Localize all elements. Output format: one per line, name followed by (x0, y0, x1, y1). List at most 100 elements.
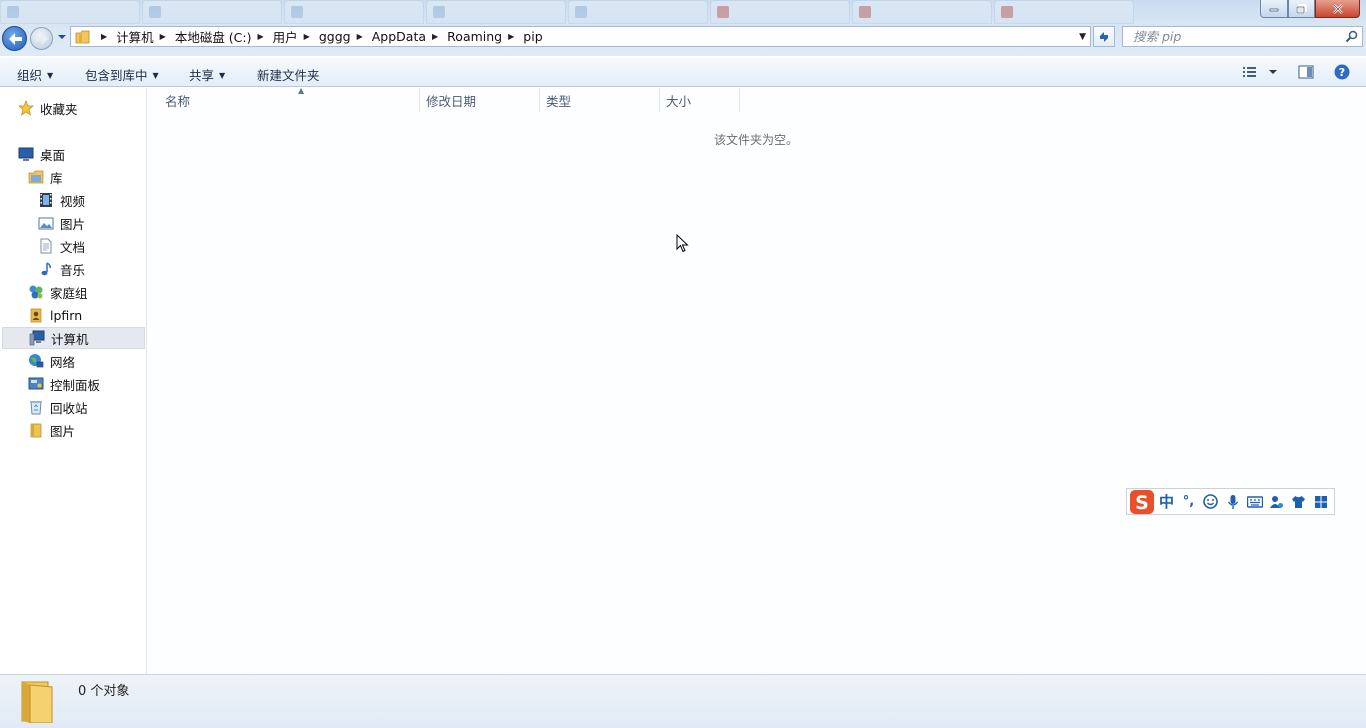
chevron-down-icon: ▼ (152, 71, 159, 80)
column-label: 类型 (546, 93, 572, 109)
breadcrumb-item[interactable]: Roaming ▶ (447, 27, 523, 46)
breadcrumb-item[interactable]: 计算机 ▶ (116, 27, 175, 46)
back-button[interactable] (2, 26, 27, 51)
sogou-ime-logo-icon: S (1130, 489, 1154, 514)
ime-toolbar[interactable]: S 中 °, (1126, 488, 1335, 515)
minimize-button[interactable] (1260, 0, 1288, 18)
picture-icon (38, 217, 54, 230)
voice-input-button[interactable] (1224, 493, 1241, 510)
nav-label: 回收站 (50, 400, 88, 416)
nav-label: 文档 (60, 239, 86, 255)
user-icon (1270, 496, 1284, 508)
preview-pane-button[interactable] (1298, 64, 1314, 83)
forward-button[interactable] (30, 27, 53, 50)
organize-menu[interactable]: 组织 ▼ (17, 65, 53, 84)
breadcrumb-item[interactable]: 本地磁盘 (C:) ▶ (175, 27, 273, 46)
column-header-size[interactable]: 大小 (660, 88, 740, 112)
document-icon (40, 238, 52, 254)
emoji-button[interactable] (1202, 493, 1219, 510)
music-note-icon (41, 262, 51, 276)
search-icon (1345, 30, 1358, 43)
arrow-right-icon (36, 33, 48, 45)
nav-label: 控制面板 (50, 377, 101, 393)
svg-text:?: ? (1339, 66, 1345, 79)
recent-pages-dropdown[interactable] (57, 31, 67, 43)
include-in-library-menu[interactable]: 包含到库中 ▼ (85, 65, 159, 84)
nav-label: 网络 (50, 354, 76, 370)
library-icon (28, 170, 44, 184)
help-icon: ? (1334, 64, 1350, 80)
nav-label: 视频 (60, 193, 86, 209)
refresh-button[interactable] (1093, 26, 1115, 47)
background-tab (426, 0, 566, 24)
sort-ascending-icon: ▲ (298, 86, 305, 95)
tshirt-icon (1292, 495, 1306, 508)
homegroup-icon (29, 285, 43, 299)
new-folder-label: 新建文件夹 (257, 68, 320, 83)
user-center-button[interactable] (1268, 493, 1285, 510)
file-list[interactable]: ▲ 名称 修改日期 类型 大小 该文件夹为空。 (147, 86, 1366, 674)
share-label: 共享 (189, 68, 215, 83)
punctuation-mode-toggle[interactable]: °, (1180, 493, 1197, 510)
chevron-down-icon: ▼ (219, 71, 226, 80)
title-bar: ▶ 计算机 ▶ 本地磁盘 (C:) ▶ 用户 ▶ gggg ▶ AppData ▶ Roa… (0, 0, 1366, 56)
nav-item-computer[interactable]: 计算机 (2, 327, 145, 349)
breadcrumb-item[interactable]: gggg ▶ (319, 27, 372, 46)
column-header-type[interactable]: 类型 (540, 88, 660, 112)
new-folder-button[interactable]: 新建文件夹 (257, 65, 320, 84)
video-icon (40, 193, 52, 207)
nav-label: 音乐 (60, 262, 86, 278)
restore-icon (1296, 3, 1307, 14)
soft-keyboard-button[interactable] (1246, 493, 1263, 510)
background-tab (710, 0, 850, 24)
user-folder-icon (30, 308, 42, 323)
include-in-library-label: 包含到库中 (85, 68, 148, 83)
share-menu[interactable]: 共享 ▼ (189, 65, 225, 84)
background-window-tabs (0, 0, 1180, 26)
folder-icon (30, 423, 42, 438)
refresh-icon (1100, 31, 1108, 42)
nav-label: 库 (50, 170, 63, 186)
background-tab (284, 0, 424, 24)
preview-pane-icon (1298, 65, 1314, 79)
chevron-down-icon: ▼ (47, 71, 54, 80)
breadcrumb-sep[interactable]: ▶ (95, 27, 116, 46)
smiley-icon (1203, 494, 1218, 509)
computer-icon (29, 330, 45, 346)
address-bar[interactable]: ▶ 计算机 ▶ 本地磁盘 (C:) ▶ 用户 ▶ gggg ▶ AppData ▶ Roa… (70, 26, 1091, 47)
recycle-bin-icon (30, 401, 42, 415)
skin-button[interactable] (1290, 493, 1307, 510)
breadcrumb-item[interactable]: AppData ▶ (372, 27, 447, 46)
address-history-dropdown[interactable]: ▼ (1079, 32, 1086, 42)
navigation-pane: 收藏夹 桌面 库 视频 图片 文档 音乐 家庭组 lpfirn 计算机 网络 控… (0, 88, 147, 674)
star-icon (18, 100, 34, 116)
breadcrumb-label: 本地磁盘 (C:) (174, 30, 252, 45)
column-header-modified[interactable]: 修改日期 (420, 88, 540, 112)
window-controls (1260, 0, 1360, 18)
breadcrumb-label: 计算机 (116, 30, 154, 45)
background-tab (0, 0, 140, 24)
breadcrumb-item[interactable]: 用户 ▶ (273, 27, 319, 46)
view-options-button[interactable] (1242, 64, 1280, 83)
nav-item-favorites[interactable]: 收藏夹 (0, 97, 164, 119)
breadcrumb-label: pip (523, 29, 543, 44)
nav-label: lpfirn (50, 307, 83, 323)
grid-icon (1314, 495, 1327, 508)
nav-item-desktop[interactable]: 桌面 (0, 143, 164, 165)
maximize-button[interactable] (1288, 0, 1315, 18)
column-header-name[interactable]: ▲ 名称 (159, 86, 420, 112)
ime-mode-toggle[interactable]: 中 (1159, 491, 1174, 512)
background-tab (852, 0, 992, 24)
background-tab (994, 0, 1134, 24)
mouse-pointer-icon (676, 234, 689, 253)
background-tab (568, 0, 708, 24)
close-button[interactable] (1315, 0, 1360, 18)
minimize-icon (1269, 8, 1279, 11)
search-input[interactable] (1131, 28, 1335, 45)
folder-icon (75, 30, 90, 43)
help-button[interactable]: ? (1334, 64, 1350, 83)
search-box[interactable] (1122, 26, 1363, 47)
nav-label: 桌面 (40, 147, 66, 163)
toolbox-button[interactable] (1312, 493, 1329, 510)
breadcrumb-item-current[interactable]: pip (523, 27, 542, 46)
